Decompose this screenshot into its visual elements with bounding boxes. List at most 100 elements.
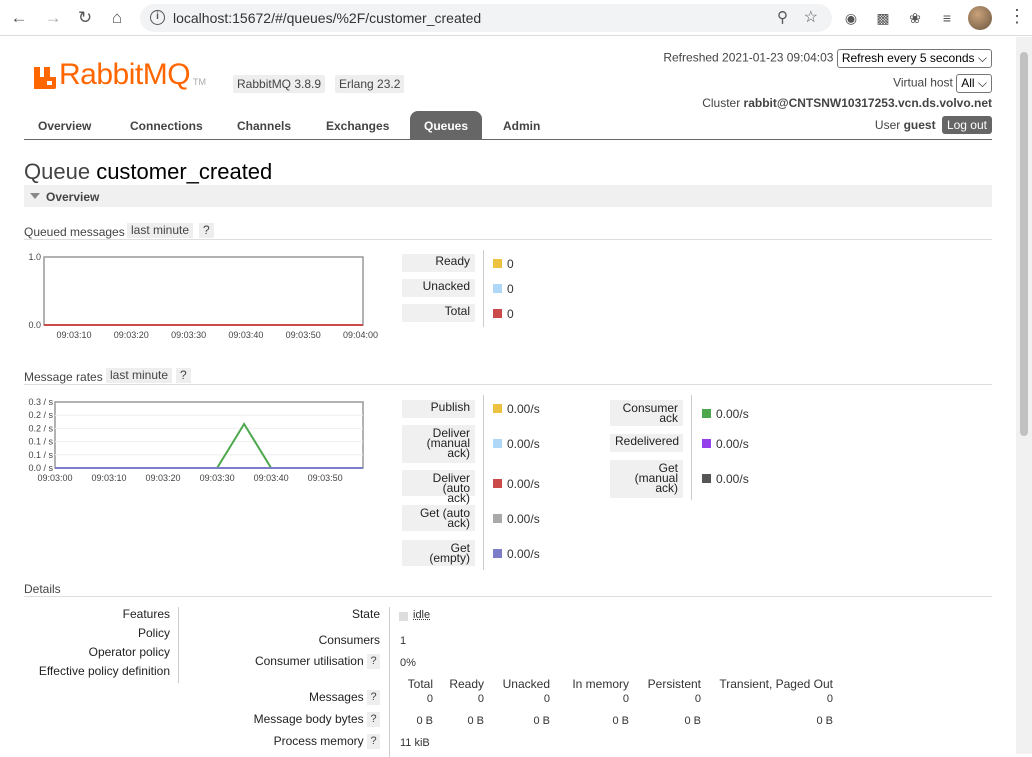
messages-in-memory: 0: [623, 693, 629, 705]
logo-text: RabbitMQ: [59, 61, 190, 89]
cluster-label: Cluster: [702, 96, 740, 110]
queue-name: customer_created: [96, 159, 272, 184]
zoom-icon[interactable]: ⚲: [777, 8, 788, 26]
info-icon[interactable]: i: [150, 10, 165, 25]
utilisation-value: 0%: [400, 657, 416, 669]
legend-unacked-label: Unacked: [402, 279, 475, 297]
tab-admin[interactable]: Admin: [489, 111, 554, 140]
queued-x-tick: 09:04:00: [343, 330, 378, 340]
refresh-interval-select[interactable]: Refresh every 5 seconds ⌵: [837, 49, 992, 68]
consumers-label: Consumers: [319, 633, 380, 647]
bookmark-star-icon[interactable]: ☆: [804, 7, 818, 27]
col-transient: Transient, Paged Out: [719, 677, 833, 691]
body-total: 0 B: [416, 715, 433, 727]
menu-kebab-icon[interactable]: ⋮: [1008, 6, 1026, 27]
vhost-row: Virtual host All ⌵: [893, 74, 992, 93]
rates-legend-divider-right: [691, 395, 692, 500]
legend-deliver-manual-value: 0.00/s: [507, 437, 540, 451]
process-memory-row-label: Process memory ?: [274, 734, 380, 749]
address-bar[interactable]: i localhost:15672/#/queues/%2F/customer_…: [140, 4, 832, 32]
vhost-value[interactable]: All: [961, 76, 974, 90]
legend-get-auto-swatch: [493, 514, 502, 523]
body-bytes-label: Message body bytes: [254, 712, 364, 726]
message-rates-title: Message rates: [24, 370, 103, 384]
logo-tm: TM: [193, 77, 206, 87]
profile-avatar[interactable]: [968, 6, 992, 30]
legend-get-manual-swatch: [702, 474, 711, 483]
queued-range-button[interactable]: last minute: [127, 223, 193, 238]
extension-media-icon[interactable]: ▩: [874, 9, 892, 27]
details-left-divider: [178, 607, 179, 683]
body-bytes-help-button[interactable]: ?: [367, 712, 380, 727]
page-title: Queue customer_created: [24, 159, 272, 185]
utilisation-row-label: Consumer utilisation ?: [255, 654, 380, 669]
tab-channels[interactable]: Channels: [223, 111, 305, 140]
queued-x-tick: 09:03:50: [286, 330, 321, 340]
legend-consumer-ack-swatch: [702, 409, 711, 418]
rates-y-tick: 0.1 / s: [28, 437, 53, 447]
rabbitmq-logo[interactable]: RabbitMQ TM: [34, 61, 206, 89]
rates-y-tick: 0.2 / s: [28, 410, 53, 420]
rabbitmq-version-badge: RabbitMQ 3.8.9: [233, 75, 325, 93]
queued-x-tick: 09:03:30: [171, 330, 206, 340]
queued-plot-area: [44, 257, 363, 325]
legend-publish-swatch: [493, 404, 502, 413]
legend-ready-label: Ready: [402, 254, 475, 272]
home-icon[interactable]: ⌂: [106, 7, 128, 29]
legend-get-manual-label: Get (manual ack): [610, 460, 683, 498]
utilisation-label: Consumer utilisation: [255, 654, 364, 668]
overview-section-toggle[interactable]: Overview: [24, 185, 992, 207]
legend-deliver-auto-value: 0.00/s: [507, 477, 540, 491]
body-in-memory: 0 B: [612, 715, 629, 727]
rates-plot-area: [55, 402, 363, 468]
utilisation-help-button[interactable]: ?: [367, 654, 380, 669]
messages-help-button[interactable]: ?: [367, 690, 380, 705]
legend-publish-value: 0.00/s: [507, 402, 540, 416]
legend-total-swatch: [493, 309, 502, 318]
legend-get-empty-label: Get (empty): [402, 540, 475, 566]
reading-list-icon[interactable]: ≡: [938, 9, 956, 27]
col-ready: Ready: [449, 677, 484, 691]
extension-circle-icon[interactable]: ◉: [842, 9, 860, 27]
queued-y-tick: 1.0: [28, 252, 41, 262]
legend-publish-label: Publish: [402, 400, 475, 418]
details-right-divider: [389, 607, 390, 757]
message-rates-chart: 0.0 / s0.1 / s0.1 / s0.2 / s0.2 / s0.3 /…: [24, 394, 394, 489]
queued-help-button[interactable]: ?: [199, 223, 214, 238]
tab-exchanges[interactable]: Exchanges: [312, 111, 403, 140]
tab-connections[interactable]: Connections: [116, 111, 217, 140]
legend-get-empty-value: 0.00/s: [507, 547, 540, 561]
back-icon[interactable]: ←: [8, 7, 30, 29]
queued-y-tick: 0.0: [28, 320, 41, 330]
vhost-select[interactable]: All ⌵: [956, 74, 992, 93]
state-indicator: [399, 612, 408, 621]
messages-persistent: 0: [695, 693, 701, 705]
legend-deliver-auto-label: Deliver (auto ack): [402, 470, 475, 496]
rates-y-tick: 0.3 / s: [28, 397, 53, 407]
reload-icon[interactable]: ↻: [74, 7, 96, 29]
legend-consumer-ack-label: Consumer ack: [610, 400, 683, 426]
queued-messages-header: Queued messages last minute ?: [24, 223, 992, 240]
tab-queues[interactable]: Queues: [410, 111, 482, 140]
rates-range-button[interactable]: last minute: [106, 368, 172, 383]
features-label: Features: [123, 607, 170, 621]
process-memory-value: 11 kiB: [400, 737, 430, 749]
col-in-memory: In memory: [572, 677, 629, 691]
forward-icon[interactable]: →: [42, 7, 64, 29]
legend-get-manual-value: 0.00/s: [716, 472, 749, 486]
page-scrollbar-thumb[interactable]: [1020, 52, 1028, 436]
messages-ready: 0: [478, 693, 484, 705]
legend-total-label: Total: [402, 304, 475, 322]
refresh-interval-value[interactable]: Refresh every 5 seconds: [842, 51, 975, 65]
process-memory-help-button[interactable]: ?: [367, 734, 380, 749]
queued-legend-divider: [483, 250, 484, 327]
extensions-puzzle-icon[interactable]: ❀: [906, 9, 924, 27]
tab-overview[interactable]: Overview: [24, 111, 105, 140]
url-text[interactable]: localhost:15672/#/queues/%2F/customer_cr…: [173, 10, 481, 26]
rates-help-button[interactable]: ?: [176, 368, 191, 383]
body-ready: 0 B: [467, 715, 484, 727]
legend-get-auto-value: 0.00/s: [507, 512, 540, 526]
queued-messages-chart: 0.0 1.0 09:03:10 09:03:20 09:03:30 09:03:40 09…: [24, 249, 394, 344]
legend-deliver-manual-swatch: [493, 439, 502, 448]
messages-transient: 0: [827, 693, 833, 705]
